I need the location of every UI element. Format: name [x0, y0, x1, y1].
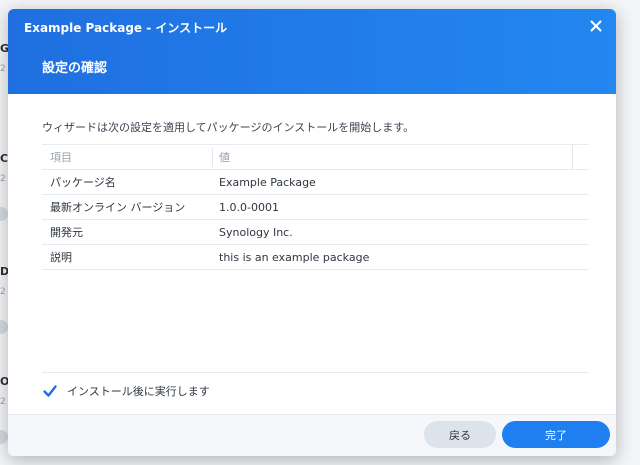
- row-item-value: this is an example package: [219, 250, 370, 264]
- background-item-pill: [0, 430, 8, 444]
- table-row: 開発元 Synology Inc.: [42, 220, 589, 245]
- table-row: 最新オンライン バージョン 1.0.0-0001: [42, 195, 589, 220]
- checkmark-icon: [43, 385, 57, 397]
- background-item-sub: 2: [0, 174, 6, 184]
- background-item-sub: 2: [0, 64, 6, 74]
- install-dialog: Example Package - インストール 設定の確認 ウィザードは次の設…: [8, 9, 616, 456]
- column-divider: [572, 145, 573, 169]
- close-button[interactable]: [588, 18, 604, 34]
- column-header-value[interactable]: 値: [219, 145, 569, 169]
- finish-button[interactable]: 完了: [502, 421, 610, 448]
- background-item-pill: [0, 207, 8, 221]
- row-item-value: 1.0.0-0001: [219, 200, 279, 214]
- dialog-header: Example Package - インストール 設定の確認: [8, 9, 616, 94]
- intro-text: ウィザードは次の設定を適用してパッケージのインストールを開始します。: [42, 121, 415, 134]
- row-item-label: 説明: [50, 251, 72, 264]
- background-item-sub: 2: [0, 287, 6, 297]
- window-title: Example Package - インストール: [24, 21, 228, 35]
- row-item-label: 最新オンライン バージョン: [50, 201, 186, 214]
- column-divider: [212, 148, 213, 167]
- settings-table: 項目 値 パッケージ名 Example Package 最新オンライン バージョ…: [42, 144, 589, 270]
- table-row: 説明 this is an example package: [42, 245, 589, 270]
- step-title: 設定の確認: [42, 61, 108, 76]
- run-after-install-checkbox[interactable]: [42, 383, 58, 399]
- close-icon: [590, 20, 602, 32]
- row-item-label: 開発元: [50, 226, 83, 239]
- background-item-pill: [0, 320, 8, 334]
- row-item-value: Synology Inc.: [219, 225, 293, 239]
- back-button[interactable]: 戻る: [424, 421, 496, 448]
- row-item-value: Example Package: [219, 175, 316, 189]
- dialog-footer: 戻る 完了: [8, 414, 616, 456]
- divider: [42, 372, 589, 373]
- row-item-label: パッケージ名: [50, 176, 116, 189]
- background-item-initial: C: [0, 152, 9, 165]
- run-after-install-label[interactable]: インストール後に実行します: [67, 383, 210, 399]
- column-header-item[interactable]: 項目: [50, 145, 212, 169]
- run-after-install-option[interactable]: インストール後に実行します: [42, 382, 210, 400]
- background-item-sub: 2: [0, 397, 6, 407]
- table-row: パッケージ名 Example Package: [42, 170, 589, 195]
- table-header-row: 項目 値: [42, 144, 589, 170]
